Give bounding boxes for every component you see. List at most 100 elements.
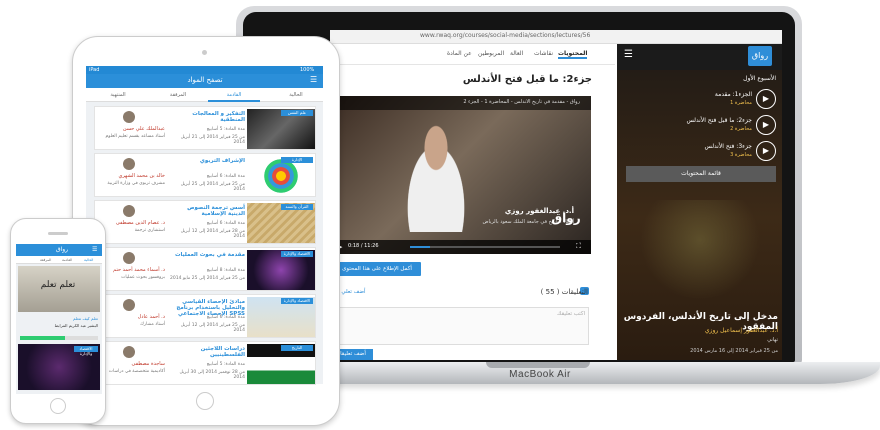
instructor-name[interactable]: خالد بن محمد الشهري: [97, 173, 166, 179]
lecture-item-title: الجزء1: مقدمة: [714, 91, 752, 98]
lecture-item-sub: محاضرة 2: [730, 126, 752, 132]
andalus-background-image: [640, 200, 760, 300]
instructor-avatar: [123, 346, 135, 358]
menu-icon[interactable]: ☰: [310, 75, 317, 84]
status-device: iPad: [89, 67, 100, 73]
play-circle-icon[interactable]: ▶: [756, 115, 776, 135]
lecture-item-3[interactable]: ▶ جزء3: فتح الأندلس محاضرة 3: [626, 138, 778, 164]
course-dates: من 28 فبراير 2014 إلى 12 أبريل 2014: [180, 229, 245, 239]
phone-logo[interactable]: رواق: [50, 246, 74, 253]
phone-tab-current[interactable]: الحالية: [84, 258, 93, 262]
play-circle-icon[interactable]: ▶: [756, 89, 776, 109]
tab-divider: [333, 64, 615, 65]
tab-about[interactable]: عن المادة: [447, 50, 472, 57]
tablet-camera: [202, 50, 207, 55]
instructor-avatar: [123, 205, 135, 217]
phone-tab-attached[interactable]: المرفقة: [40, 258, 51, 262]
tablet-header-title: تصفح المواد: [187, 76, 223, 84]
instructor-avatar: [123, 252, 135, 264]
category-tag: القرآن والسنة: [281, 204, 313, 210]
lecture-item-2[interactable]: ▶ جزء2: ما قبل فتح الأندلس محاضرة 2: [626, 112, 778, 138]
video-title-text: رواق - مقدمة في تاريخ الأندلس - المحاضرة…: [463, 99, 580, 105]
phone-speaker: [48, 232, 68, 235]
tab-discussions[interactable]: نقاشات: [534, 50, 553, 57]
lecture-item-sub: محاضرة 1: [730, 100, 752, 106]
instructor-role: مشرف تربوي في وزارة التربية: [107, 181, 165, 186]
phone-home-button[interactable]: [50, 398, 66, 414]
course-duration: مدة المادة: 6 أسابيع: [206, 315, 245, 320]
category-tag: التاريخ: [281, 345, 313, 351]
add-comment-link[interactable]: + أضف تعلي: [335, 289, 375, 295]
course-dates: من 25 فبراير 2014 إلى 21 أبريل 2014: [180, 135, 245, 145]
category-tag: الاقتصاد والإدارة: [74, 346, 98, 356]
lecture-item-1[interactable]: ▶ الجزء1: مقدمة محاضرة 1: [626, 86, 778, 112]
lecture-item-title: جزء2: ما قبل فتح الأندلس: [686, 117, 752, 124]
course-dates: من 28 نوفمبر 2014 إلى 30 أبريل 2014: [179, 370, 245, 380]
menu-icon[interactable]: ☰: [624, 50, 636, 60]
instructor-name[interactable]: د. أسماء محمد أحمد حتم: [97, 267, 165, 273]
fullscreen-icon[interactable]: ⛶: [576, 242, 581, 251]
course-card[interactable]: الاقتصاد والإدارة مقدمة في بحوث العمليات م…: [94, 247, 316, 291]
instructor-name[interactable]: ساجدة مصطفى: [97, 361, 165, 367]
instructor-avatar: [123, 158, 135, 170]
course-card[interactable]: التاريخ دراسات اللاجئين الفلسطينيين مدة ال…: [94, 341, 316, 385]
category-tag: الاقتصاد والإدارة: [281, 298, 313, 304]
menu-icon[interactable]: ☰: [92, 246, 97, 253]
course-title[interactable]: تعلم كيف تتعلم: [18, 316, 98, 321]
course-title[interactable]: دراسات اللاجئين الفلسطينيين: [169, 346, 245, 358]
course-title[interactable]: التفكير و المعالجات المنطقية: [169, 111, 245, 123]
video-time: 0:18 / 11:26: [348, 243, 379, 249]
course-dates: من 25 فبراير 2014 إلى 25 أبريل 2014: [180, 182, 245, 192]
video-logo: رواق: [551, 211, 581, 225]
tab-contents[interactable]: المحتويات: [558, 50, 588, 59]
status-battery: 100%: [300, 67, 315, 73]
course-title[interactable]: الإشراف التربوي: [169, 158, 245, 164]
rwaq-logo[interactable]: رواق: [748, 46, 772, 66]
week-label: الأسبوع الأول: [743, 75, 776, 82]
course-instructor: البشير عبد الكريم المرابط: [54, 323, 98, 328]
lecture-item-sub: محاضرة 3: [730, 152, 752, 158]
course-duration: مدة المادة: 8 أسابيع: [206, 268, 245, 273]
course-duration: مدة المادة: 5 أسابيع: [206, 127, 245, 132]
course-progress-fill: [20, 336, 66, 340]
category-tag: علم النفس: [281, 110, 313, 116]
play-circle-icon[interactable]: ▶: [756, 141, 776, 161]
category-tag: الاقتصاد والإدارة: [281, 251, 313, 257]
tab-attached[interactable]: المرفقة: [158, 92, 198, 98]
tab-upcoming[interactable]: القادمة: [208, 92, 260, 102]
tab-status[interactable]: العالة: [510, 50, 523, 57]
course-card[interactable]: القرآن والسنة أسس ترجمة النصوص الدينية ال…: [94, 200, 316, 244]
course-dates: من 25 فبراير 2014 إلى 25 مايو 2014: [170, 276, 245, 281]
url-text[interactable]: www.rwaq.org/courses/social-media/sectio…: [420, 32, 620, 39]
tablet-home-button[interactable]: [196, 392, 214, 410]
course-thumbnail-text: تعلم تعلم: [40, 280, 76, 290]
contents-list-button[interactable]: قائمة المحتويات: [626, 166, 776, 182]
tab-ended[interactable]: المنتهية: [98, 92, 138, 98]
tablet-status-bar: [86, 66, 323, 74]
video-progress-fill: [410, 246, 430, 248]
lecture-item-title: جزء3: فتح الأندلس: [704, 143, 752, 150]
course-card[interactable]: الاقتصاد والإدارة مبادئ الإحصاء القياسي و…: [94, 294, 316, 338]
phone-tab-upcoming[interactable]: القادمة: [62, 258, 72, 262]
tab-enrolled[interactable]: المربوطين: [478, 50, 504, 57]
laptop-notch: [486, 362, 590, 368]
course-title[interactable]: مقدمة في بحوث العمليات: [169, 252, 245, 258]
lecture-title: جزء2: ما قبل فتح الأندلس: [462, 74, 592, 85]
course-title[interactable]: أسس ترجمة النصوص الدينية الإسلامية: [169, 205, 245, 217]
course-card[interactable]: علم النفس التفكير و المعالجات المنطقية مدة…: [94, 106, 316, 150]
course-card[interactable]: الإدارة الإشراف التربوي مدة المادة: 6 أساب…: [94, 153, 316, 197]
course-instructor[interactable]: أ.د. عبدالغفور إسماعيل روزي: [622, 327, 778, 334]
instructor-name[interactable]: د. أحمد عادل: [97, 314, 165, 320]
instructor-name[interactable]: د. عصام الدين مصطفى: [97, 220, 165, 226]
continue-content-button[interactable]: أكمل الإطلاع على هذا المحتوى: [333, 262, 421, 276]
instructor-role: استشاري ترجمة: [134, 228, 165, 233]
comments-heading: التعليقات ( 55 ): [540, 288, 588, 296]
tab-current[interactable]: الحالية: [278, 92, 314, 98]
category-tag: الإدارة: [281, 157, 313, 163]
instructor-name[interactable]: عبدالملك علي حسن: [97, 126, 165, 132]
course-duration: مدة المادة: 5 أسابيع: [206, 362, 245, 367]
course-duration: مدة المادة: 6 أسابيع: [206, 174, 245, 179]
video-progress-track[interactable]: [410, 246, 560, 248]
laptop-model-label: MacBook Air: [509, 369, 571, 380]
instructor-avatar: [123, 111, 135, 123]
